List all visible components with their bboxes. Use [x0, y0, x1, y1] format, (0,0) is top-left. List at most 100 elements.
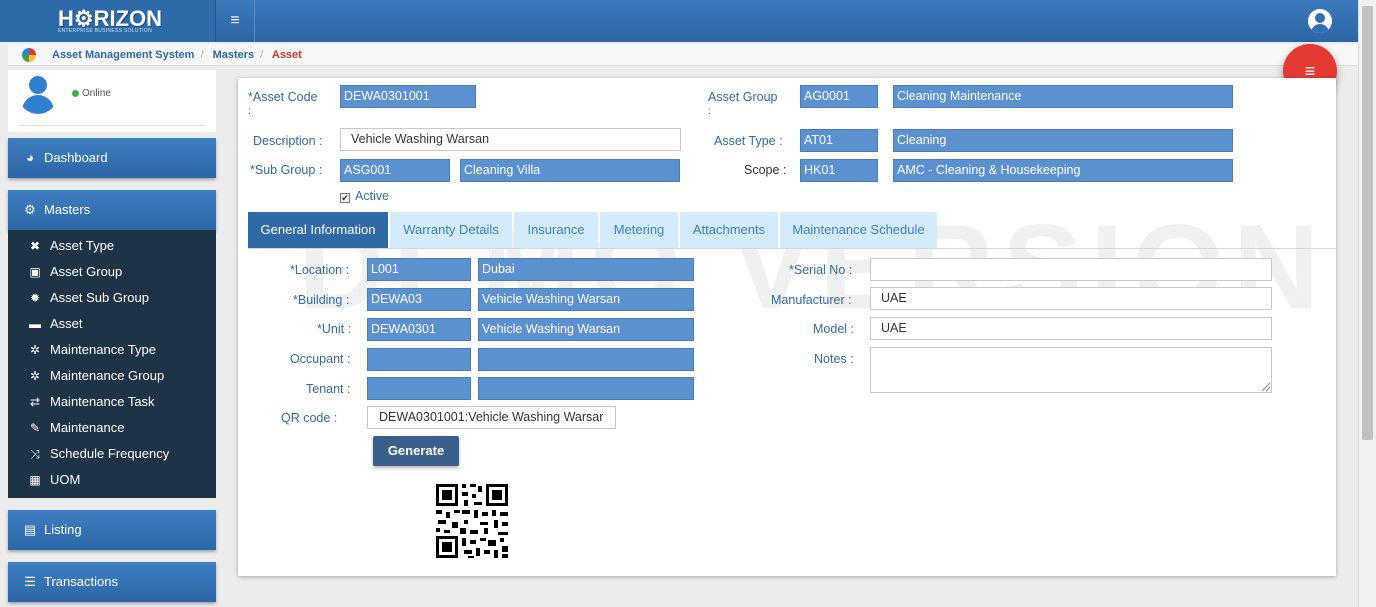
- cog-icon: ✹: [29, 291, 41, 305]
- document-icon: ▤: [23, 522, 37, 537]
- asset-type-icon: ✖: [29, 239, 41, 253]
- sidebar-item-maintenance-task[interactable]: ⇄ Maintenance Task: [26, 394, 155, 409]
- scrollbar-thumb[interactable]: [1362, 6, 1373, 440]
- manufacturer-label: Manufacturer :: [771, 293, 852, 307]
- sidebar-item-asset-sub-group[interactable]: ✹ Asset Sub Group: [26, 290, 149, 305]
- sidebar-item-asset[interactable]: ▬ Asset: [26, 316, 83, 331]
- sidebar-item-listing[interactable]: ▤ Listing: [8, 510, 216, 550]
- description-input[interactable]: Vehicle Washing Warsan: [340, 128, 681, 151]
- logo-area: H⚙RIZON ENTERPRISE BUSINESS SOLUTION: [0, 0, 216, 42]
- masters-submenu: ✖ Asset Type ▣ Asset Group ✹ Asset Sub Grou…: [8, 230, 216, 498]
- tab-warranty-details[interactable]: Warranty Details: [390, 212, 512, 248]
- breadcrumb: Asset Management System / Masters / Asset: [8, 44, 1358, 66]
- location-name-field[interactable]: Dubai: [478, 258, 694, 281]
- hamburger-menu-icon[interactable]: ≡: [222, 8, 248, 34]
- shuffle-icon: ⤨: [30, 447, 40, 461]
- page-scrollbar[interactable]: [1358, 0, 1376, 607]
- location-code-field[interactable]: L001: [367, 258, 471, 281]
- sidebar-item-maintenance-type[interactable]: ✲ Maintenance Type: [26, 342, 156, 357]
- top-divider: [254, 0, 255, 42]
- occupant-name-field[interactable]: [478, 348, 694, 371]
- sidebar-item-transactions[interactable]: ☰ Transactions: [8, 562, 216, 602]
- resize-handle-icon[interactable]: [1262, 383, 1270, 391]
- asset-code-colon: :: [248, 106, 251, 117]
- asset-group-code-field[interactable]: AG0001: [800, 85, 878, 108]
- asset-group-name-field[interactable]: Cleaning Maintenance: [893, 85, 1233, 108]
- building-code-field[interactable]: DEWA03: [367, 288, 471, 311]
- generate-button[interactable]: Generate: [373, 436, 459, 466]
- online-dot-icon: [72, 89, 79, 97]
- sidebar-item-asset-group[interactable]: ▣ Asset Group: [26, 264, 122, 279]
- avatar: [18, 74, 58, 114]
- notes-label: Notes :: [814, 352, 854, 366]
- tenant-label: Tenant :: [306, 382, 351, 396]
- sub-group-name-field[interactable]: Cleaning Villa: [460, 159, 680, 182]
- tab-insurance[interactable]: Insurance: [514, 212, 598, 248]
- qr-code-input[interactable]: DEWA0301001:Vehicle Washing Warsar: [367, 406, 616, 429]
- cubes-icon: ✲: [29, 343, 41, 357]
- sidebar-item-schedule-frequency[interactable]: ⤨ Schedule Frequency: [26, 446, 169, 462]
- manufacturer-input[interactable]: UAE: [870, 287, 1272, 310]
- qr-code-image: [428, 476, 516, 566]
- breadcrumb-logo-icon: [22, 48, 36, 62]
- online-status: Online: [72, 88, 111, 99]
- unit-label: *Unit :: [317, 322, 352, 336]
- user-account-icon[interactable]: [1308, 9, 1332, 33]
- sub-group-label: *Sub Group :: [250, 163, 323, 177]
- asset-group-colon: :: [708, 106, 711, 117]
- calculator-icon: ▦: [29, 473, 41, 487]
- sidebar-item-uom[interactable]: ▦ UOM: [26, 472, 80, 487]
- active-checkbox-row[interactable]: ✔ Active: [340, 189, 389, 203]
- scope-name-field[interactable]: AMC - Cleaning & Housekeeping: [893, 159, 1233, 182]
- gears-icon: ⚙: [24, 202, 36, 217]
- sidebar: Online ◕ Dashboard ⚙ Masters ✖ Asset Type ▣…: [8, 70, 216, 607]
- occupant-label: Occupant :: [290, 352, 351, 366]
- active-label: Active: [355, 189, 390, 203]
- top-bar: H⚙RIZON ENTERPRISE BUSINESS SOLUTION ≡: [0, 0, 1358, 42]
- asset-code-field[interactable]: DEWA0301001: [340, 85, 476, 108]
- tenant-code-field[interactable]: [367, 377, 471, 400]
- qr-code-label: QR code :: [281, 411, 338, 425]
- asset-group-label: Asset Group: [708, 90, 778, 104]
- sidebar-item-asset-type[interactable]: ✖ Asset Type: [26, 238, 114, 253]
- occupant-code-field[interactable]: [367, 348, 471, 371]
- serial-no-input[interactable]: [870, 258, 1272, 281]
- asset-code-label: *Asset Code: [248, 90, 318, 104]
- sidebar-item-masters[interactable]: ⚙ Masters: [8, 190, 216, 230]
- location-label: *Location :: [290, 263, 350, 277]
- breadcrumb-item-asset: Asset: [271, 49, 302, 61]
- building-name-field[interactable]: Vehicle Washing Warsan: [478, 288, 694, 311]
- tab-attachments[interactable]: Attachments: [680, 212, 778, 248]
- sidebar-item-maintenance[interactable]: ✎ Maintenance: [26, 420, 124, 435]
- app-logo-subtitle: ENTERPRISE BUSINESS SOLUTION: [58, 28, 152, 34]
- asset-type-code-field[interactable]: AT01: [800, 129, 878, 152]
- breadcrumb-item-ams[interactable]: Asset Management System: [52, 49, 194, 61]
- notes-textarea[interactable]: [870, 347, 1272, 393]
- model-input[interactable]: UAE: [870, 317, 1272, 340]
- sidebar-item-maintenance-group[interactable]: ✲ Maintenance Group: [26, 368, 164, 383]
- dashboard-gauge-icon: ◕: [26, 150, 34, 165]
- active-checkbox[interactable]: ✔: [340, 193, 350, 203]
- sub-group-code-field[interactable]: ASG001: [340, 159, 450, 182]
- user-profile: Online: [8, 70, 216, 132]
- asset-type-label: Asset Type :: [714, 134, 783, 148]
- asset-form-panel: DEMO VERSION *Asset Code : DEWA0301001 A…: [238, 78, 1336, 576]
- model-label: Model :: [813, 322, 854, 336]
- unit-name-field[interactable]: Vehicle Washing Warsan: [478, 318, 694, 341]
- breadcrumb-item-masters[interactable]: Masters: [213, 49, 255, 61]
- scope-code-field[interactable]: HK01: [800, 159, 878, 182]
- unit-code-field[interactable]: DEWA0301: [367, 318, 471, 341]
- cubes-icon: ✲: [29, 369, 41, 383]
- serial-no-label: *Serial No :: [789, 263, 853, 277]
- tenant-name-field[interactable]: [478, 377, 694, 400]
- building-label: *Building :: [293, 293, 350, 307]
- tab-general-information[interactable]: General Information: [248, 212, 388, 248]
- asset-type-name-field[interactable]: Cleaning: [893, 129, 1233, 152]
- tab-metering[interactable]: Metering: [600, 212, 678, 248]
- sidebar-item-dashboard[interactable]: ◕ Dashboard: [8, 138, 216, 178]
- asset-group-icon: ▣: [29, 265, 41, 279]
- briefcase-icon: ▬: [29, 317, 41, 331]
- tab-maintenance-schedule[interactable]: Maintenance Schedule: [780, 212, 937, 248]
- list-icon: ☰: [24, 574, 36, 589]
- wrench-icon: ✎: [29, 421, 41, 435]
